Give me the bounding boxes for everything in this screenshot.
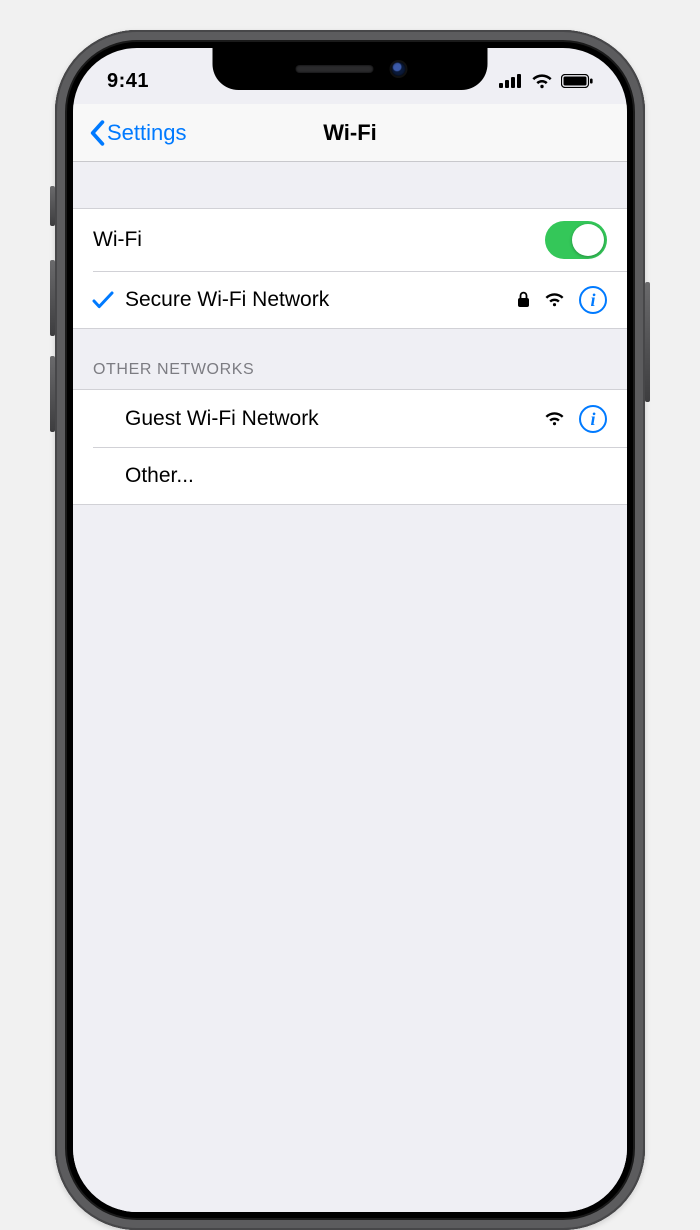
connected-network-row[interactable]: Secure Wi-Fi Network i xyxy=(73,271,627,329)
wifi-strength-icon xyxy=(544,292,565,307)
info-icon[interactable]: i xyxy=(579,286,607,314)
status-time: 9:41 xyxy=(107,70,149,93)
other-label: Other... xyxy=(125,464,607,488)
volume-up-button xyxy=(50,260,55,336)
phone-frame: 9:41 xyxy=(55,30,645,1230)
wifi-strength-icon xyxy=(544,411,565,426)
lock-icon xyxy=(517,291,530,308)
wifi-toggle-label: Wi-Fi xyxy=(93,228,545,252)
back-label: Settings xyxy=(107,120,187,146)
other-network-manual-row[interactable]: Other... xyxy=(73,447,627,505)
wifi-toggle-switch[interactable] xyxy=(545,221,607,259)
wifi-icon xyxy=(531,73,553,89)
group-spacer xyxy=(73,162,627,208)
wifi-toggle-row[interactable]: Wi-Fi xyxy=(73,208,627,271)
volume-down-button xyxy=(50,356,55,432)
screen: 9:41 xyxy=(73,48,627,1212)
other-network-name: Guest Wi-Fi Network xyxy=(125,407,544,431)
speaker-grille xyxy=(295,65,373,73)
chevron-left-icon xyxy=(89,120,105,146)
connected-network-name: Secure Wi-Fi Network xyxy=(125,288,517,312)
silence-switch xyxy=(50,186,55,226)
stage: 9:41 xyxy=(0,0,700,640)
other-networks-header: OTHER NETWORKS xyxy=(73,329,627,389)
notch xyxy=(213,48,488,90)
switch-knob xyxy=(572,224,604,256)
navigation-bar: Settings Wi-Fi xyxy=(73,104,627,162)
power-button xyxy=(645,282,650,402)
checkmark-icon xyxy=(92,290,114,310)
back-button[interactable]: Settings xyxy=(81,114,195,152)
battery-icon xyxy=(561,74,593,88)
front-camera xyxy=(391,62,405,76)
cellular-icon xyxy=(499,74,523,88)
content: Wi-Fi Secure Wi-Fi Network xyxy=(73,162,627,1212)
other-network-row[interactable]: Guest Wi-Fi Network i xyxy=(73,389,627,447)
info-icon[interactable]: i xyxy=(579,405,607,433)
status-indicators xyxy=(499,73,593,89)
